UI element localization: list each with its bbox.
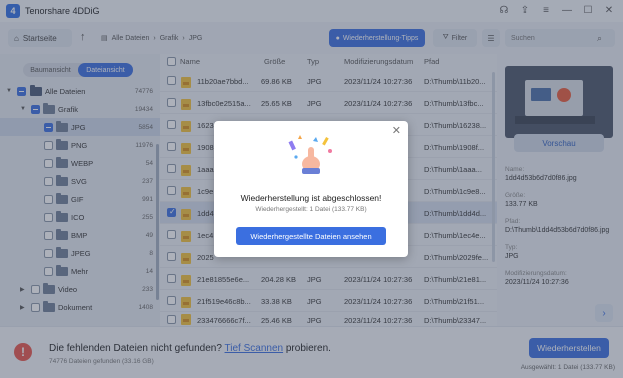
view-recovered-files-button[interactable]: Wiederhergestellte Dateien ansehen (236, 227, 386, 245)
recovery-complete-dialog: ✕ Wiederherstellung ist abgeschlossen! W… (214, 121, 408, 257)
dialog-subtitle: Wiederhergestellt: 1 Datei (133.77 KB) (255, 206, 367, 213)
celebration-icon (288, 135, 332, 174)
close-icon[interactable]: ✕ (392, 124, 401, 137)
dialog-title: Wiederherstellung ist abgeschlossen! (240, 193, 382, 203)
